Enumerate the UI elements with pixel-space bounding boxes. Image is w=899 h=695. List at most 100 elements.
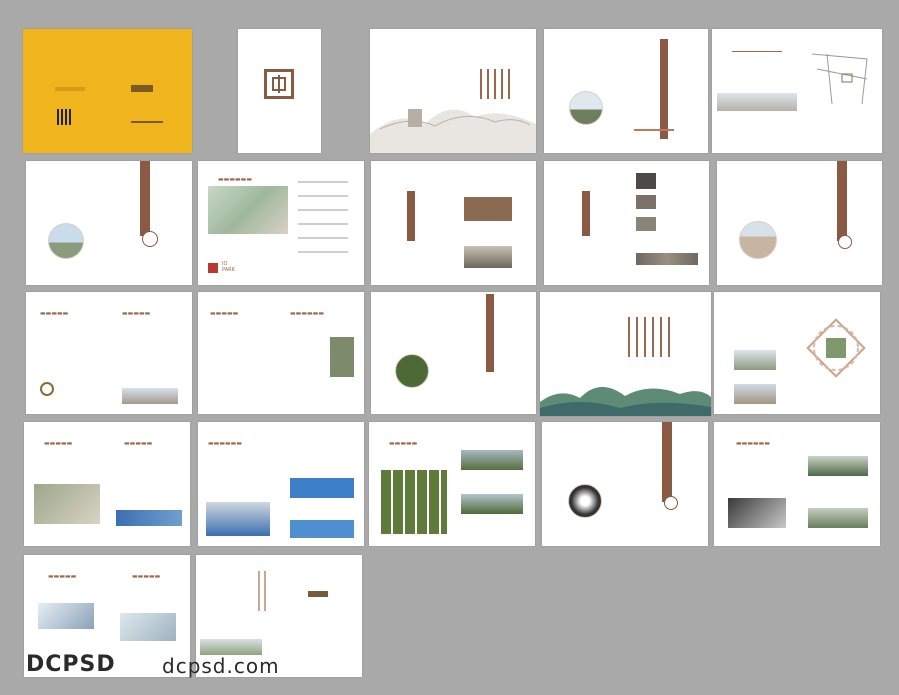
page-community-2: ▬▬▬▬▬▬ <box>198 422 364 546</box>
building-render <box>200 639 262 655</box>
building-photo <box>734 350 776 370</box>
vertical-text <box>258 571 260 611</box>
pool-photo <box>290 478 354 498</box>
page-heading: ▬▬▬▬▬▬ <box>290 310 325 317</box>
page-features-1: ▬▬▬▬▬ ▬▬▬▬▬ <box>26 292 192 414</box>
vertical-text <box>487 69 489 99</box>
photo-2 <box>636 195 656 209</box>
page-knot <box>714 292 880 414</box>
mountain-color <box>540 386 711 416</box>
page-logo <box>238 29 321 153</box>
text-line <box>298 181 348 183</box>
mountain-ink <box>370 109 536 153</box>
interior-photo <box>464 197 512 221</box>
circle-photo <box>739 221 777 259</box>
page-circle-5 <box>542 422 708 546</box>
page-garden: ▬▬▬▬▬ <box>369 422 535 546</box>
page-heading: ▬▬▬▬▬▬ <box>736 440 771 447</box>
circle-photo <box>569 91 603 125</box>
page-heading: ▬▬▬▬▬ <box>124 440 153 447</box>
cover-footer-text <box>131 121 163 123</box>
page-heading: ▬▬▬▬▬ <box>122 310 151 317</box>
photo-cluster <box>34 484 100 524</box>
page-facilities <box>544 161 709 285</box>
text-line <box>298 223 348 225</box>
photo-grid <box>330 337 354 377</box>
pool-photo <box>116 510 182 526</box>
text-line <box>298 195 348 197</box>
text-line <box>298 209 348 211</box>
aerial-render <box>208 186 288 234</box>
page-community-1: ▬▬▬▬▬ ▬▬▬▬▬ <box>24 422 190 546</box>
brown-banner <box>140 161 150 236</box>
brown-banner <box>662 422 672 502</box>
page-interior <box>371 161 536 285</box>
medical-photo <box>38 603 94 629</box>
page-heading: ▬▬▬▬▬ <box>44 440 73 447</box>
vertical-text <box>501 69 503 99</box>
page-landscape-2 <box>540 292 711 416</box>
brown-banner <box>407 191 415 241</box>
doorknob-photo <box>40 382 54 396</box>
page-heading: ▬▬▬▬▬ <box>48 573 77 580</box>
vertical-text <box>660 317 662 357</box>
circle-photo <box>48 223 84 259</box>
site-map <box>811 53 868 105</box>
street-photo <box>464 246 512 268</box>
court-photo <box>290 520 354 538</box>
tree-photo <box>461 450 523 470</box>
vertical-text <box>480 69 482 99</box>
phone-photo <box>728 498 786 528</box>
ornament <box>142 231 158 247</box>
circle-photo <box>568 484 602 518</box>
cover-logo-blur <box>131 85 153 92</box>
page-heading: ▬▬▬▬▬ <box>132 573 161 580</box>
circle-photo <box>395 354 429 388</box>
page-circle-4 <box>371 292 536 414</box>
small-text <box>634 129 674 131</box>
seal-logo <box>264 69 294 99</box>
vertical-text <box>644 317 646 357</box>
page-circle-1 <box>544 29 708 153</box>
watermark-right: dcpsd.com <box>162 654 280 678</box>
vertical-text <box>636 317 638 357</box>
park-logo-bottom: PARK <box>222 267 235 273</box>
brown-banner <box>486 294 494 372</box>
brown-banner <box>837 161 847 241</box>
page-heading: ▬▬▬▬▬ <box>210 310 239 317</box>
page-tech: ▬▬▬▬▬▬ <box>714 422 880 546</box>
vertical-text <box>494 69 496 99</box>
page-circle-2 <box>26 161 192 285</box>
vertical-text <box>668 317 670 357</box>
vertical-text <box>652 317 654 357</box>
building-photo <box>122 388 178 404</box>
park-logo <box>208 263 218 273</box>
page-project: ▬▬▬▬▬▬ IO PARK <box>198 161 364 285</box>
people-photo <box>808 456 868 476</box>
qr-code <box>57 109 73 125</box>
page-heading: ▬▬▬▬▬ <box>389 440 418 447</box>
vertical-text <box>508 69 510 99</box>
knot-ornament <box>806 318 866 378</box>
title-rule <box>732 51 782 52</box>
page-heading: ▬▬▬▬▬▬ <box>208 440 243 447</box>
people-photo <box>808 508 868 528</box>
text-line <box>298 251 348 253</box>
ornament <box>664 496 678 510</box>
sports-photo <box>206 502 270 536</box>
building-photo <box>734 384 776 404</box>
medical-photo <box>120 613 176 641</box>
page-circle-3 <box>717 161 882 285</box>
watermark-left: DCPSD <box>26 652 116 677</box>
page-heading: ▬▬▬▬▬▬ <box>218 176 253 183</box>
page-landscape-1 <box>370 29 536 153</box>
tree-photo <box>461 494 523 514</box>
text-line <box>298 237 348 239</box>
building-photo <box>717 93 797 111</box>
vertical-text <box>264 571 266 611</box>
photo-strip <box>636 253 698 265</box>
ornament <box>838 235 852 249</box>
photo-1 <box>636 173 656 189</box>
plant-grid <box>381 470 447 534</box>
page-cover <box>23 29 192 153</box>
